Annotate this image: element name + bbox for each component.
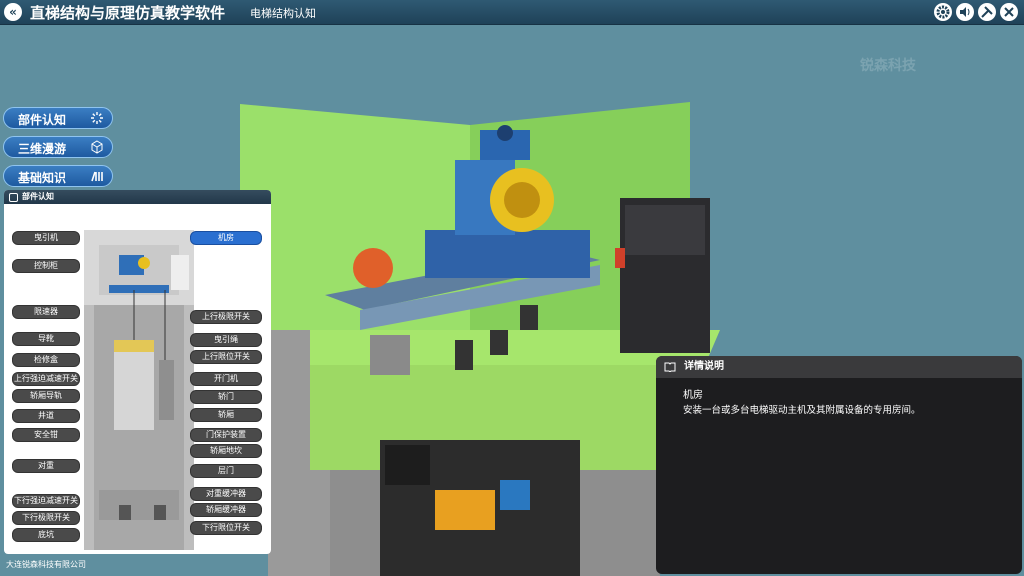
menu-label: 基础知识 [18,171,67,185]
title-bar: « 直梯结构与原理仿真教学软件 电梯结构认知 [0,0,1024,25]
part-label-down-stop-switch[interactable]: 下行限位开关 [190,521,262,535]
part-label-pit[interactable]: 底坑 [12,528,80,542]
toolbar-icons [934,3,1018,21]
menu-label: 部件认知 [18,113,67,127]
part-label-up-forced-decel-switch[interactable]: 上行强迫减速开关 [12,372,80,386]
menu-label: 三维漫游 [18,142,67,156]
detail-panel: 详情说明 机房 安装一台或多台电梯驱动主机及其附属设备的专用房间。 [656,356,1022,574]
part-label-down-forced-decel-switch[interactable]: 下行强迫减速开关 [12,494,80,508]
bars-icon [91,171,103,182]
detail-header: 详情说明 [656,356,1022,378]
part-label-down-limit-switch[interactable]: 下行极限开关 [12,511,80,525]
close-icon[interactable] [1000,3,1018,21]
part-label-up-limit-switch[interactable]: 上行极限开关 [190,310,262,324]
part-label-counterweight[interactable]: 对重 [12,459,80,473]
page-title: 电梯结构认知 [250,7,316,20]
part-label-hoistway[interactable]: 井道 [12,409,80,423]
menu-parts-recognition[interactable]: 部件认知 [3,107,113,129]
part-label-car-buffer[interactable]: 轿厢缓冲器 [190,503,262,517]
part-label-safety-gear[interactable]: 安全钳 [12,428,80,442]
tools-icon[interactable] [978,3,996,21]
detail-title: 机房 [683,390,703,401]
part-label-control-cabinet[interactable]: 控制柜 [12,259,80,273]
book-icon [664,362,676,372]
company-footer: 大连锐森科技有限公司 [6,560,86,569]
part-label-speed-governor[interactable]: 限速器 [12,305,80,319]
part-label-door-operator[interactable]: 开门机 [190,372,262,386]
part-label-door-protection[interactable]: 门保护装置 [190,428,262,442]
part-label-traction-machine[interactable]: 曳引机 [12,231,80,245]
panel-title: 部件认知 [4,190,271,204]
part-label-inspection-box[interactable]: 检修盒 [12,353,80,367]
app-title: 直梯结构与原理仿真教学软件 [30,4,226,22]
back-button[interactable]: « [4,3,22,21]
gear-icon[interactable] [934,3,952,21]
part-label-machine-room[interactable]: 机房 [190,231,262,245]
part-label-car[interactable]: 轿厢 [190,408,262,422]
part-label-up-stop-switch[interactable]: 上行限位开关 [190,350,262,364]
sound-icon[interactable] [956,3,974,21]
part-label-landing-door[interactable]: 层门 [190,464,262,478]
detail-header-label: 详情说明 [684,361,724,372]
watermark: 锐森科技 [860,58,916,74]
parts-recognition-panel: 部件认知 曳引机 控制柜 限速器 导靴 检修盒 上行强迫减速开关 轿厢导轨 井道… [4,190,271,554]
detail-description: 安装一台或多台电梯驱动主机及其附属设备的专用房间。 [683,405,921,416]
spinner-icon [91,112,103,124]
part-label-counterweight-buffer[interactable]: 对重缓冲器 [190,487,262,501]
menu-basic-knowledge[interactable]: 基础知识 [3,165,113,187]
part-label-guide-shoe[interactable]: 导靴 [12,332,80,346]
part-label-car-sill[interactable]: 轿厢地坎 [190,444,262,458]
elevator-diagram [84,230,194,550]
part-label-car-door[interactable]: 轿门 [190,390,262,404]
part-label-traction-rope[interactable]: 曳引绳 [190,333,262,347]
menu-3d-tour[interactable]: 三维漫游 [3,136,113,158]
cube-icon [91,140,103,154]
part-label-car-guide-rail[interactable]: 轿厢导轨 [12,389,80,403]
